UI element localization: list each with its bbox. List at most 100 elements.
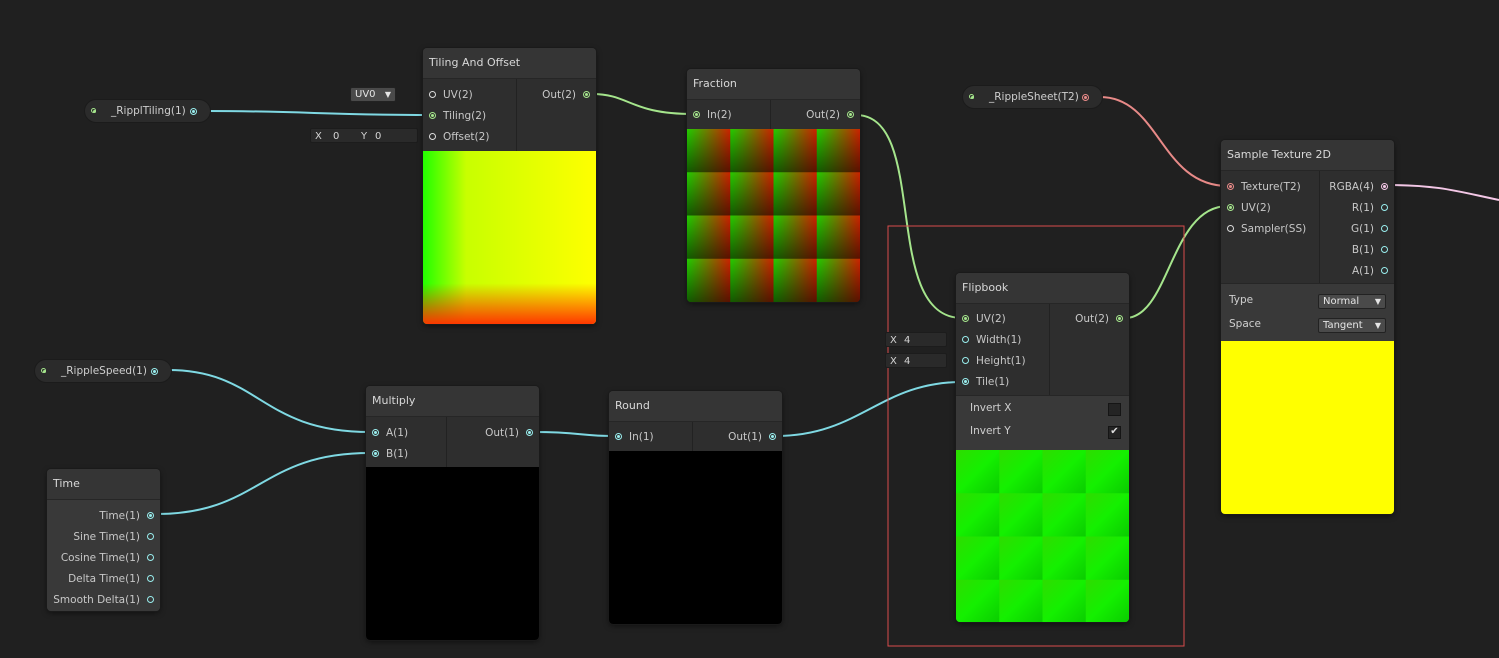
port-label: Sampler(SS) [1241,223,1307,235]
port-dot [429,91,436,98]
input-port-height[interactable]: Height(1) [962,351,1026,371]
node-title: Time [47,469,160,500]
tiling-and-offset-node[interactable]: Tiling And Offset UV(2) Tiling(2) Offset… [423,48,596,324]
input-port-in[interactable]: In(1) [615,427,654,447]
port-dot [969,94,974,99]
multiply-node[interactable]: Multiply A(1) B(1) Out(1) [366,386,539,640]
height-value[interactable]: 4 [904,354,910,369]
output-port-out[interactable]: Out(1) [485,423,533,443]
port-label: Width(1) [976,334,1022,346]
input-port-offset[interactable]: Offset(2) [429,127,489,147]
port-label: Texture(T2) [1241,181,1301,193]
fraction-node[interactable]: Fraction In(2) Out(2) [687,69,860,302]
port-label: Time(1) [99,510,140,522]
port-dot [372,450,379,457]
invert-x-checkbox[interactable] [1108,403,1121,416]
port-dot [1227,225,1234,232]
offset-x-label: X [315,131,322,142]
port-dot [526,429,533,436]
output-port-out[interactable]: Out(1) [728,427,776,447]
input-port-texture[interactable]: Texture(T2) [1227,177,1301,197]
property-node-ripple-tiling[interactable]: _RipplTiling(1) [85,100,210,122]
port-dot [372,429,379,436]
port-dot [1381,183,1388,190]
input-port-in[interactable]: In(2) [693,105,732,125]
property-label: _RipplTiling(1) [111,105,186,117]
offset-y-value[interactable]: 0 [375,129,381,144]
port-dot [91,108,96,113]
port-dot [147,554,154,561]
port-dot [1381,204,1388,211]
uv-channel-dropdown[interactable]: UV0 ▼ [350,87,396,102]
input-port-b[interactable]: B(1) [372,444,408,464]
input-port-tiling[interactable]: Tiling(2) [429,106,486,126]
port-label: Smooth Delta(1) [53,594,140,606]
input-port-uv[interactable]: UV(2) [1227,198,1271,218]
port-label: In(1) [629,431,654,443]
property-node-ripple-sheet[interactable]: _RippleSheet(T2) [963,86,1102,108]
output-port-smooth-delta[interactable]: Smooth Delta(1) [53,590,154,610]
space-label: Space [1229,318,1261,330]
round-node[interactable]: Round In(1) Out(1) [609,391,782,624]
output-port-r[interactable]: R(1) [1352,198,1388,218]
port-label: A(1) [386,427,409,439]
node-title: Multiply [366,386,539,417]
input-port-uv[interactable]: UV(2) [429,85,473,105]
input-port-width[interactable]: Width(1) [962,330,1021,350]
port-dot [429,112,436,119]
output-port-out[interactable]: Out(2) [806,105,854,125]
port-label: UV(2) [1241,202,1271,214]
time-node[interactable]: Time Time(1) Sine Time(1) Cosine Time(1)… [47,469,160,611]
port-dot [147,533,154,540]
output-port-b[interactable]: B(1) [1352,240,1388,260]
node-ports: In(1) Out(1) [609,422,782,451]
port-dot [1381,267,1388,274]
type-dropdown[interactable]: Normal ▼ [1318,294,1386,309]
port-label: Out(2) [1075,313,1109,325]
output-port-out[interactable]: Out(2) [542,85,590,105]
chevron-down-icon: ▼ [1374,297,1381,306]
port-dot [1381,246,1388,253]
port-dot [693,111,700,118]
input-port-sampler[interactable]: Sampler(SS) [1227,219,1306,239]
port-dot [1116,315,1123,322]
offset-x-value[interactable]: 0 [333,129,339,144]
output-port-a[interactable]: A(1) [1352,261,1388,281]
port-dot [962,357,969,364]
node-title: Sample Texture 2D [1221,140,1394,171]
output-port-rgba[interactable]: RGBA(4) [1329,177,1388,197]
preview-image [956,450,1129,622]
port-dot [769,433,776,440]
flipbook-node[interactable]: Flipbook UV(2) Width(1) Height(1) Tile(1… [956,273,1129,622]
chevron-down-icon: ▼ [384,90,391,99]
output-port-delta-time[interactable]: Delta Time(1) [68,569,154,589]
property-node-ripple-speed[interactable]: _RippleSpeed(1) [35,360,171,382]
output-port-sine-time[interactable]: Sine Time(1) [73,527,154,547]
port-label: Cosine Time(1) [60,552,140,564]
output-port[interactable] [151,368,158,375]
input-port-a[interactable]: A(1) [372,423,408,443]
port-label: R(1) [1351,202,1374,214]
sample-texture-2d-node[interactable]: Sample Texture 2D Texture(T2) UV(2) Samp… [1221,140,1394,514]
output-port[interactable] [1082,94,1089,101]
invert-y-checkbox[interactable]: ✔ [1108,426,1121,439]
height-field[interactable]: X 4 [885,353,947,368]
port-dot [962,336,969,343]
output-port-out[interactable]: Out(2) [1075,309,1123,329]
width-value[interactable]: 4 [904,333,910,348]
port-label: Sine Time(1) [73,531,140,543]
preview-image [423,151,596,324]
preview-image [687,129,860,302]
output-port[interactable] [190,108,197,115]
width-field[interactable]: X 4 [885,332,947,347]
output-port-g[interactable]: G(1) [1351,219,1388,239]
output-port-time[interactable]: Time(1) [99,506,154,526]
port-label: UV(2) [443,89,473,101]
input-port-tile[interactable]: Tile(1) [962,372,1009,392]
space-dropdown[interactable]: Tangent ▼ [1318,318,1386,333]
output-port-cosine-time[interactable]: Cosine Time(1) [61,548,154,568]
port-dot [583,91,590,98]
offset-field[interactable]: X 0 Y 0 [310,128,418,143]
input-port-uv[interactable]: UV(2) [962,309,1006,329]
width-axis-label: X [890,335,897,346]
